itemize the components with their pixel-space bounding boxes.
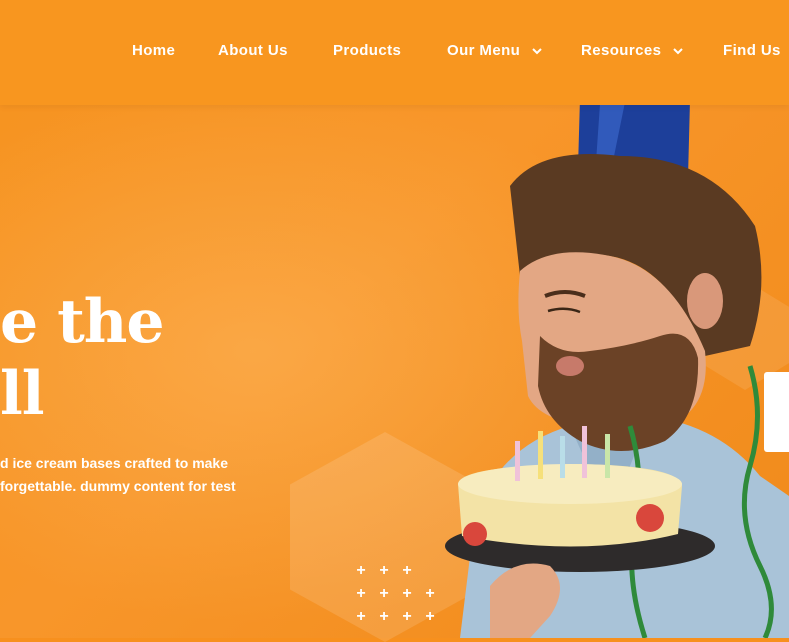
plus-icon: + (379, 608, 389, 625)
nav-item-label: Home (132, 42, 176, 59)
hero-headline-line: ll (0, 359, 45, 429)
nav-item-home[interactable]: Home (132, 40, 175, 62)
plus-icon: + (402, 585, 412, 602)
chevron-down-icon (673, 47, 683, 54)
nav-item-label: Our Menu (447, 42, 521, 59)
chevron-down-icon (532, 47, 542, 54)
hero-description-line: d ice cream bases crafted to make (0, 455, 229, 471)
plus-icon: + (356, 562, 366, 579)
plus-icon: + (356, 585, 366, 602)
plus-icon: + (356, 608, 366, 625)
nav-item-label: About Us (218, 42, 288, 59)
site-header: Home About Us Products Our Menu Resource… (0, 0, 789, 105)
nav-item-our-menu[interactable]: Our Menu (447, 40, 542, 62)
hero-headline: e the ll (0, 286, 165, 430)
plus-icon: + (402, 608, 412, 625)
nav-item-find-us[interactable]: Find Us (723, 40, 781, 62)
plus-icon: + (379, 585, 389, 602)
nav-item-label: Find Us (723, 42, 781, 59)
side-card (764, 372, 789, 452)
nav-item-resources[interactable]: Resources (581, 40, 683, 62)
hero-person-image (445, 98, 789, 638)
nav-item-products[interactable]: Products (333, 40, 401, 62)
nav-item-about-us[interactable]: About Us (218, 40, 288, 62)
hero-description-line: forgettable. dummy content for test (0, 478, 236, 494)
plus-icon: + (379, 562, 389, 579)
nav-item-label: Products (333, 42, 402, 59)
hero-description: d ice cream bases crafted to make forget… (0, 452, 270, 498)
nav-item-label: Resources (581, 42, 662, 59)
plus-icon: + (402, 562, 412, 579)
hero-headline-line: e the (0, 287, 165, 357)
